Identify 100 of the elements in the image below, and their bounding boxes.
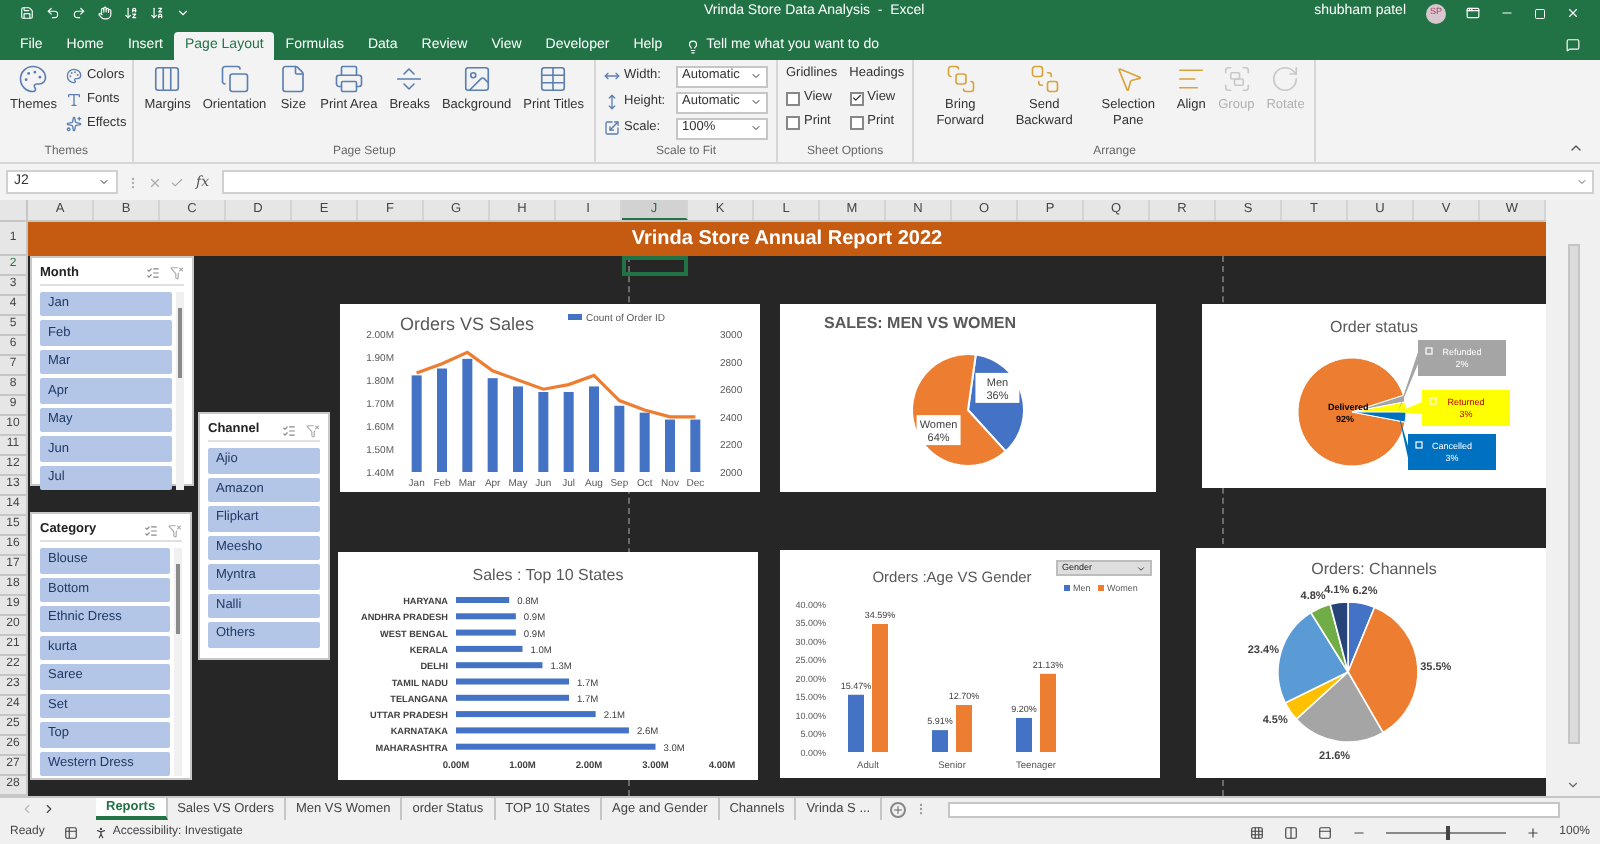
- palette-icon: [66, 67, 83, 83]
- bar: [932, 730, 948, 752]
- resize-icon: [604, 120, 620, 136]
- layers-front-icon: [945, 64, 976, 94]
- legend-swatch: [1415, 441, 1423, 449]
- multi-select-icon[interactable]: [282, 423, 296, 437]
- minimize-icon[interactable]: [1500, 6, 1514, 20]
- report-title: Vrinda Store Annual Report 2022: [631, 226, 943, 254]
- formula-input[interactable]: [221, 170, 1594, 194]
- printer-icon: [333, 64, 364, 94]
- bar: [614, 405, 625, 472]
- chart-title: SALES: MEN VS WOMEN: [824, 314, 1017, 332]
- horizontal-scrollbar[interactable]: [948, 801, 1560, 817]
- text-icon: [66, 91, 83, 107]
- chart-title: Orders: Channels: [1311, 560, 1437, 578]
- page-break-icon: [394, 64, 425, 94]
- bar: [956, 705, 972, 752]
- restore-icon[interactable]: [1534, 7, 1546, 19]
- pages-icon: [219, 64, 250, 94]
- callout-box: [1422, 390, 1510, 426]
- bar: [513, 386, 523, 472]
- comments-icon[interactable]: [1566, 38, 1580, 52]
- align-left-icon: [1176, 64, 1207, 94]
- bar: [848, 694, 864, 752]
- bar: [456, 662, 543, 669]
- checkbox[interactable]: [849, 91, 864, 105]
- legend-swatch: [1425, 347, 1433, 355]
- bar: [690, 419, 701, 472]
- sparkles-icon: [66, 115, 83, 131]
- checkbox[interactable]: [786, 91, 800, 105]
- page-layout-view-icon[interactable]: [1283, 825, 1298, 839]
- bar: [487, 378, 498, 472]
- data-label-box: [916, 415, 961, 446]
- bar: [411, 375, 422, 472]
- bar: [437, 368, 447, 472]
- chart-title: Orders VS Sales: [400, 314, 535, 334]
- multi-select-icon[interactable]: [146, 266, 160, 281]
- checkbox[interactable]: [786, 115, 800, 129]
- bar: [1040, 673, 1056, 752]
- vertical-scrollbar[interactable]: [1546, 200, 1600, 796]
- bar: [872, 624, 888, 752]
- macro-record-icon[interactable]: [64, 825, 79, 839]
- ribbon-display-icon[interactable]: [1466, 6, 1480, 20]
- multi-select-icon[interactable]: [144, 523, 158, 537]
- page-icon: [278, 64, 309, 94]
- chart-title: Order status: [1330, 318, 1418, 336]
- bar: [456, 678, 570, 685]
- bar: [456, 645, 523, 652]
- redo-icon[interactable]: [72, 6, 86, 20]
- customize-caret-icon[interactable]: [176, 6, 190, 20]
- caret-icon: [750, 70, 762, 82]
- accessibility-icon[interactable]: [94, 825, 109, 839]
- image-icon: [461, 64, 492, 94]
- data-label-box: [975, 372, 1020, 403]
- add-sheet-icon[interactable]: [890, 801, 907, 817]
- caret-icon: [1136, 563, 1146, 573]
- bar: [462, 358, 473, 472]
- bar: [456, 629, 516, 636]
- group-icon: [1221, 64, 1252, 94]
- bar: [456, 711, 596, 718]
- rotate-icon: [1270, 64, 1301, 94]
- selected-cell[interactable]: [622, 256, 688, 276]
- layers-back-icon: [1029, 64, 1060, 94]
- checkbox[interactable]: [849, 115, 864, 129]
- caret-icon: [750, 96, 762, 108]
- bar: [563, 391, 574, 472]
- bar: [1016, 717, 1032, 752]
- legend-swatch: [568, 314, 582, 320]
- sort-descending-icon[interactable]: [150, 6, 164, 20]
- sort-ascending-icon[interactable]: [124, 6, 138, 20]
- normal-view-icon[interactable]: [1249, 825, 1264, 839]
- legend-swatch: [1429, 397, 1437, 405]
- legend-swatch: [1098, 585, 1104, 591]
- vertical-arrows-icon: [604, 94, 620, 110]
- table-icon: [538, 64, 569, 94]
- slicer-scrollbar[interactable]: [174, 548, 182, 776]
- lightbulb-icon: [686, 39, 701, 53]
- zoom-in-icon[interactable]: [1525, 825, 1540, 839]
- next-sheet-icon[interactable]: [42, 802, 56, 816]
- bar: [639, 412, 650, 472]
- chart-title: Sales : Top 10 States: [472, 566, 624, 584]
- horizontal-arrows-icon: [604, 68, 620, 84]
- collapse-ribbon-icon[interactable]: [1568, 140, 1584, 156]
- touch-mode-icon[interactable]: [98, 6, 112, 20]
- legend-swatch: [1064, 585, 1070, 591]
- zoom-slider-thumb[interactable]: [1445, 825, 1450, 839]
- save-icon[interactable]: [20, 6, 34, 20]
- chart-panel[interactable]: [338, 552, 758, 780]
- pointer-icon: [1113, 64, 1144, 94]
- slicer-scrollbar[interactable]: [176, 291, 184, 491]
- bar: [589, 386, 599, 472]
- undo-icon[interactable]: [46, 6, 60, 20]
- bar: [456, 613, 516, 620]
- page-break-view-icon[interactable]: [1317, 825, 1332, 839]
- close-icon[interactable]: [1566, 6, 1580, 20]
- columns-icon: [152, 64, 183, 94]
- caret-icon: [750, 122, 762, 134]
- scroll-down-icon[interactable]: [1566, 778, 1580, 792]
- bar: [456, 597, 510, 603]
- bar: [538, 391, 549, 472]
